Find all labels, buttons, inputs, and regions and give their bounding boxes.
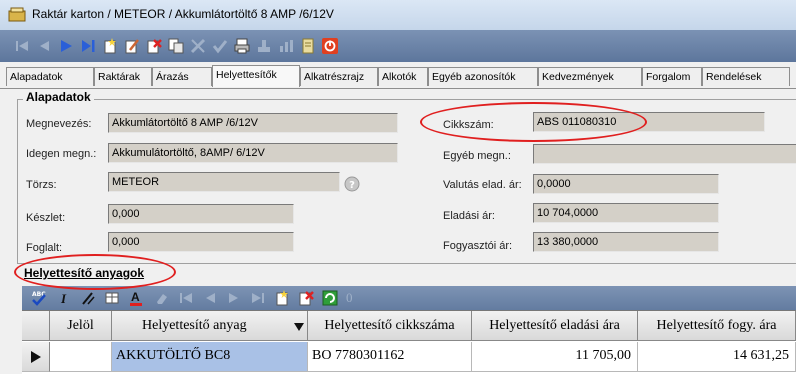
column-header-fogy[interactable]: Helyettesítő fogy. ára xyxy=(638,311,796,341)
last-icon[interactable] xyxy=(250,290,266,306)
app-icon xyxy=(8,7,26,22)
first-record-icon[interactable] xyxy=(14,38,30,54)
tab-alkotok[interactable]: Alkotók xyxy=(378,67,428,86)
confirm-icon[interactable] xyxy=(212,38,228,54)
help-icon[interactable]: ? xyxy=(344,176,360,192)
master-label: Törzs: xyxy=(26,179,57,191)
name-field[interactable]: Akkumlátortöltő 8 AMP /6/12V xyxy=(108,113,398,133)
prev-icon[interactable] xyxy=(202,290,218,306)
tab-rendelesek[interactable]: Rendelések xyxy=(702,67,790,86)
sale-price-field[interactable]: 10 704,0000 xyxy=(533,203,719,223)
font-color-icon[interactable]: A xyxy=(128,290,144,306)
eraser-icon[interactable] xyxy=(154,290,170,306)
table-icon[interactable] xyxy=(104,290,120,306)
svg-text:A: A xyxy=(131,290,140,304)
foreign-name-field[interactable]: Akkumulátortöltő, 8AMP/ 6/12V xyxy=(108,143,398,163)
next-record-icon[interactable] xyxy=(58,38,74,54)
cancel-edit-icon[interactable] xyxy=(190,38,206,54)
article-no-label: Cikkszám: xyxy=(443,119,494,131)
last-record-icon[interactable] xyxy=(80,38,96,54)
copy-record-icon[interactable] xyxy=(168,38,184,54)
tab-raktarak[interactable]: Raktárak xyxy=(94,67,152,86)
notes-icon[interactable] xyxy=(300,38,316,54)
tab-alapadatok[interactable]: Alapadatok xyxy=(6,67,94,86)
main-toolbar xyxy=(0,30,796,62)
column-header-anyag[interactable]: Helyettesítő anyag xyxy=(112,311,308,341)
master-field[interactable]: METEOR xyxy=(108,172,340,192)
column-header-eladasi[interactable]: Helyettesítő eladási ára xyxy=(472,311,638,341)
spellcheck-icon[interactable]: ABC xyxy=(30,290,48,306)
currency-price-label: Valutás elad. ár: xyxy=(443,179,522,191)
delete-icon[interactable] xyxy=(298,290,314,306)
other-name-label: Egyéb megn.: xyxy=(443,150,511,162)
reserved-label: Foglalt: xyxy=(26,242,63,254)
column-header-anyag-label: Helyettesítő anyag xyxy=(142,318,247,333)
tab-divider xyxy=(0,88,796,89)
first-icon[interactable] xyxy=(178,290,194,306)
new-record-icon[interactable] xyxy=(102,38,118,54)
row-anyag-cell[interactable]: AKKUTÖLTŐ BC8 xyxy=(112,342,308,372)
substitutes-section-title: Helyettesítő anyagok xyxy=(24,266,145,280)
consumer-price-label: Fogyasztói ár: xyxy=(443,240,513,252)
basic-section-title: Alapadatok xyxy=(23,90,94,104)
table-row-indicator[interactable] xyxy=(22,342,50,372)
next-icon[interactable] xyxy=(226,290,242,306)
article-no-field[interactable]: ABS 011080310 xyxy=(533,112,765,132)
svg-text:I: I xyxy=(60,291,67,306)
record-count: 0 xyxy=(346,290,353,305)
reserved-field[interactable]: 0,000 xyxy=(108,232,294,252)
column-header-cikkszam[interactable]: Helyettesítő cikkszáma xyxy=(308,311,472,341)
stock-label: Készlet: xyxy=(26,212,66,224)
refresh-icon[interactable] xyxy=(322,290,338,306)
tab-arazas[interactable]: Árazás xyxy=(152,67,212,86)
tab-forgalom[interactable]: Forgalom xyxy=(642,67,702,86)
row-cikkszam-cell[interactable]: BO 7780301162 xyxy=(308,342,472,372)
chart-icon[interactable] xyxy=(278,38,294,54)
window-title: Raktár karton / METEOR / Akkumlátortöltő… xyxy=(32,7,334,21)
stock-field[interactable]: 0,000 xyxy=(108,204,294,224)
tab-alkatreszrajz[interactable]: Alkatrészrajz xyxy=(300,67,378,86)
window-titlebar: Raktár karton / METEOR / Akkumlátortöltő… xyxy=(0,0,796,30)
current-row-arrow-icon xyxy=(31,351,41,363)
tab-helyettesitok[interactable]: Helyettesítők xyxy=(212,65,300,87)
format-brush-icon[interactable] xyxy=(80,290,96,306)
tab-kedvezmenyek[interactable]: Kedvezmények xyxy=(538,67,642,86)
grid-toolbar: ABC I A 0 xyxy=(22,286,796,310)
new-icon[interactable] xyxy=(274,290,290,306)
substitutes-grid: Jelöl Helyettesítő anyag Helyettesítő ci… xyxy=(22,310,796,374)
prev-record-icon[interactable] xyxy=(36,38,52,54)
row-indicator-header xyxy=(22,311,50,341)
row-fogy-cell[interactable]: 14 631,25 xyxy=(638,342,796,372)
consumer-price-field[interactable]: 13 380,0000 xyxy=(533,232,719,252)
other-name-field[interactable] xyxy=(533,144,796,164)
name-label: Megnevezés: xyxy=(26,118,92,130)
foreign-name-label: Idegen megn.: xyxy=(26,148,97,160)
cut-icon[interactable]: I xyxy=(58,290,72,306)
delete-record-icon[interactable] xyxy=(146,38,162,54)
row-eladasi-cell[interactable]: 11 705,00 xyxy=(472,342,638,372)
print-icon[interactable] xyxy=(234,38,250,54)
tab-strip: Alapadatok Raktárak Árazás Helyettesítők… xyxy=(0,64,796,88)
row-jelol-cell[interactable] xyxy=(50,342,112,372)
column-header-jelol[interactable]: Jelöl xyxy=(50,311,112,341)
tab-egyeb-azonositok[interactable]: Egyéb azonosítók xyxy=(428,67,538,86)
edit-record-icon[interactable] xyxy=(124,38,140,54)
sort-desc-icon[interactable] xyxy=(294,323,304,331)
sale-price-label: Eladási ár: xyxy=(443,210,495,222)
close-red-icon[interactable] xyxy=(322,38,338,54)
tool-icon[interactable] xyxy=(256,38,272,54)
currency-price-field[interactable]: 0,0000 xyxy=(533,174,719,194)
svg-text:?: ? xyxy=(349,180,355,191)
